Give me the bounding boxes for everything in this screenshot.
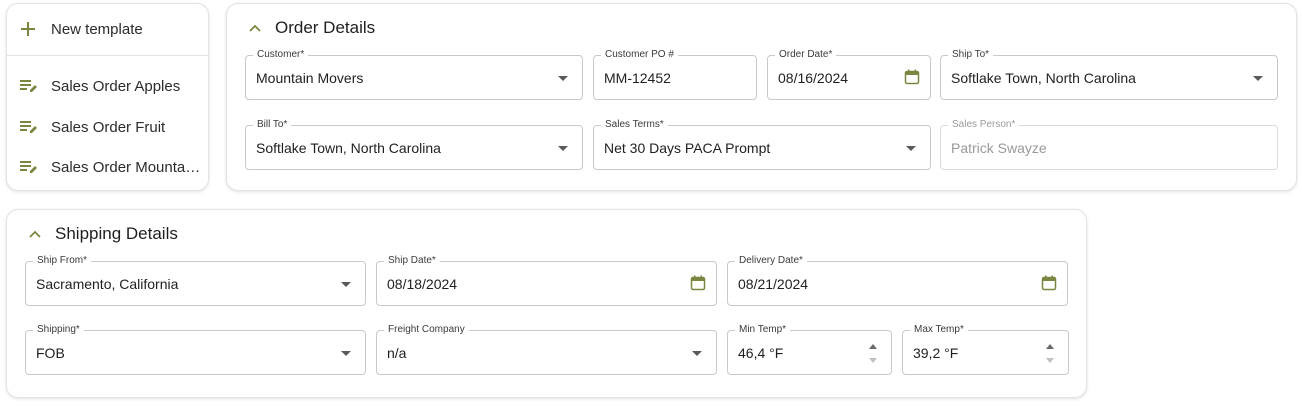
order-details-toggle[interactable]: Order Details <box>249 18 375 38</box>
ship-date-label: Ship Date* <box>384 255 440 267</box>
calendar-icon[interactable] <box>690 275 706 291</box>
new-template-button[interactable]: New template <box>7 4 208 54</box>
customer-select[interactable]: Customer* Mountain Movers <box>245 49 583 100</box>
dropdown-caret-icon[interactable] <box>341 351 351 356</box>
shipping-label: Shipping* <box>33 324 84 336</box>
ship-to-label: Ship To* <box>948 49 994 61</box>
delivery-date-value: 08/21/2024 <box>738 276 809 292</box>
sales-terms-label: Sales Terms* <box>601 119 668 131</box>
chevron-up-icon <box>249 24 261 32</box>
bill-to-label: Bill To* <box>253 119 292 131</box>
shipping-details-title: Shipping Details <box>55 224 178 243</box>
spinner-up-icon[interactable] <box>869 344 877 349</box>
max-temp-label: Max Temp* <box>910 324 968 336</box>
order-date-value: 08/16/2024 <box>778 70 849 86</box>
ship-date-value: 08/18/2024 <box>387 276 458 292</box>
min-temp-label: Min Temp* <box>735 324 791 336</box>
chevron-up-icon <box>29 230 41 238</box>
order-date-label: Order Date* <box>775 49 837 61</box>
template-item-label: Sales Order Apples <box>51 77 181 95</box>
sales-person-field: Sales Person* Patrick Swayze <box>940 119 1278 170</box>
sales-terms-value: Net 30 Days PACA Prompt <box>604 140 771 156</box>
sales-person-value: Patrick Swayze <box>951 140 1047 156</box>
spinner-up-icon[interactable] <box>1046 344 1054 349</box>
calendar-icon[interactable] <box>1041 275 1057 291</box>
customer-po-value: MM-12452 <box>604 70 671 86</box>
sales-terms-select[interactable]: Sales Terms* Net 30 Days PACA Prompt <box>593 119 931 170</box>
template-item[interactable]: Sales Order Mountai... <box>7 152 208 182</box>
shipping-details-panel: Shipping Details Ship From* Sacramento, … <box>6 209 1087 398</box>
order-details-title: Order Details <box>275 18 376 37</box>
shipping-value: FOB <box>36 345 65 361</box>
template-item[interactable]: Sales Order Apples <box>7 71 208 101</box>
shipping-select[interactable]: Shipping* FOB <box>25 324 366 375</box>
template-item-label: Sales Order Fruit <box>51 118 166 136</box>
dropdown-caret-icon[interactable] <box>1253 76 1263 81</box>
template-item-label: Sales Order Mountai... <box>51 158 201 176</box>
dropdown-caret-icon[interactable] <box>692 351 702 356</box>
bill-to-value: Softlake Town, North Carolina <box>256 140 441 156</box>
delivery-date-field[interactable]: Delivery Date* 08/21/2024 <box>727 255 1068 306</box>
template-item[interactable]: Sales Order Fruit <box>7 112 208 142</box>
dropdown-caret-icon[interactable] <box>341 282 351 287</box>
freight-company-value: n/a <box>387 345 407 361</box>
ship-date-field[interactable]: Ship Date* 08/18/2024 <box>376 255 717 306</box>
ship-to-select[interactable]: Ship To* Softlake Town, North Carolina <box>940 49 1278 100</box>
max-temp-value: 39,2 °F <box>913 345 959 361</box>
min-temp-value: 46,4 °F <box>738 345 784 361</box>
templates-divider <box>7 55 208 56</box>
ship-from-label: Ship From* <box>33 255 92 267</box>
freight-company-select[interactable]: Freight Company n/a <box>376 324 717 375</box>
dropdown-caret-icon[interactable] <box>558 146 568 151</box>
new-template-label: New template <box>51 20 143 38</box>
shipping-details-toggle[interactable]: Shipping Details <box>29 224 178 244</box>
delivery-date-label: Delivery Date* <box>735 255 807 267</box>
ship-to-value: Softlake Town, North Carolina <box>951 70 1136 86</box>
order-date-field[interactable]: Order Date* 08/16/2024 <box>767 49 931 100</box>
spinner-down-icon[interactable] <box>869 358 877 363</box>
bill-to-select[interactable]: Bill To* Softlake Town, North Carolina <box>245 119 583 170</box>
customer-value: Mountain Movers <box>256 70 364 86</box>
freight-company-label: Freight Company <box>384 324 469 336</box>
min-temp-field[interactable]: Min Temp* 46,4 °F <box>727 324 892 375</box>
sales-person-label: Sales Person* <box>948 119 1020 131</box>
template-edit-icon <box>20 80 37 92</box>
template-edit-icon <box>20 161 37 173</box>
max-temp-field[interactable]: Max Temp* 39,2 °F <box>902 324 1069 375</box>
order-details-panel: Order Details Customer* Mountain Movers … <box>226 3 1297 191</box>
customer-label: Customer* <box>253 49 309 61</box>
spinner-down-icon[interactable] <box>1046 358 1054 363</box>
calendar-icon[interactable] <box>904 69 920 85</box>
customer-po-label: Customer PO # <box>601 49 678 61</box>
templates-panel: New template Sales Order Apples Sales Or… <box>6 3 209 191</box>
dropdown-caret-icon[interactable] <box>558 76 568 81</box>
ship-from-select[interactable]: Ship From* Sacramento, California <box>25 255 366 306</box>
customer-po-field[interactable]: Customer PO # MM-12452 <box>593 49 757 100</box>
ship-from-value: Sacramento, California <box>36 276 179 292</box>
dropdown-caret-icon[interactable] <box>906 146 916 151</box>
template-edit-icon <box>20 121 37 133</box>
plus-icon <box>21 22 35 36</box>
